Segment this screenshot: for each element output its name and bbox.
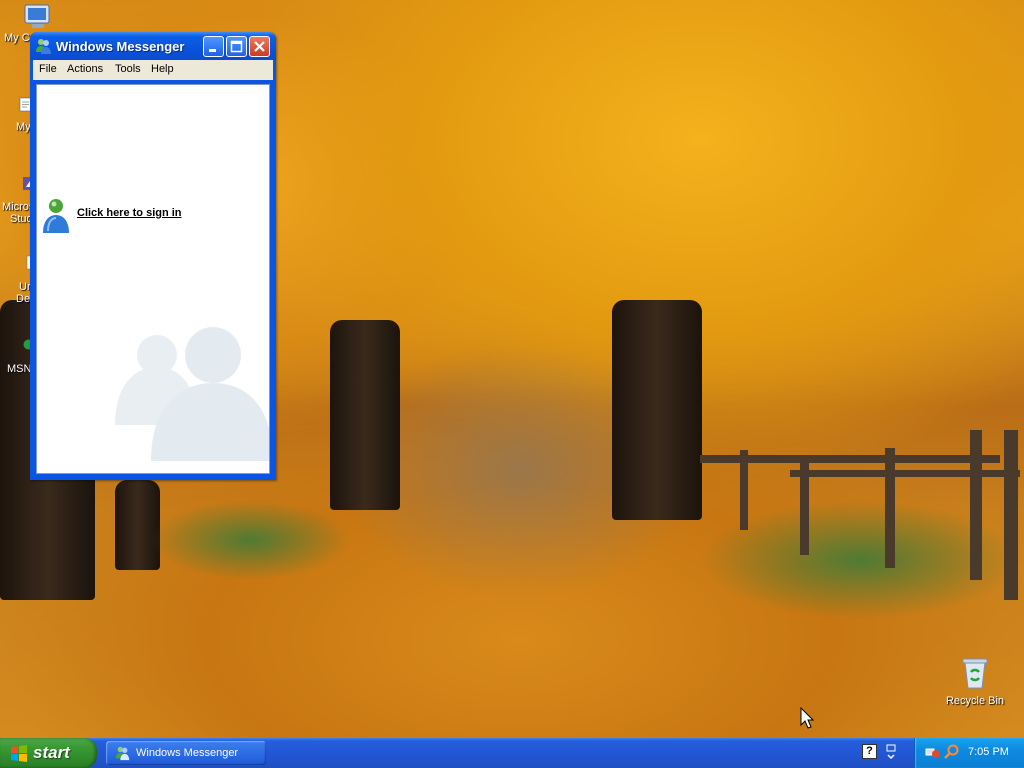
menu-file[interactable]: File — [39, 63, 57, 75]
recycle-bin-icon — [962, 658, 988, 689]
menu-bar: File Actions Tools Help — [33, 60, 273, 80]
messenger-icon — [36, 39, 51, 54]
start-button[interactable]: start — [0, 738, 97, 768]
menu-help[interactable]: Help — [151, 63, 174, 75]
menu-tools[interactable]: Tools — [115, 63, 141, 75]
maximize-icon — [230, 40, 243, 53]
fence-post — [885, 448, 895, 568]
search-icon[interactable] — [944, 744, 960, 760]
close-button[interactable] — [249, 36, 270, 57]
tree-trunk — [612, 300, 702, 520]
network-icon[interactable] — [925, 744, 941, 760]
minimize-button[interactable] — [203, 36, 224, 57]
window-titlebar[interactable]: Windows Messenger — [30, 32, 276, 60]
taskbar-button-label: Windows Messenger — [136, 747, 239, 759]
sign-in-link[interactable]: Click here to sign in — [77, 207, 182, 219]
messenger-icon — [115, 746, 130, 761]
menu-actions[interactable]: Actions — [67, 63, 103, 75]
fence-rail — [790, 470, 1020, 477]
start-label: start — [33, 743, 70, 762]
fence-post — [970, 430, 982, 580]
fence-post — [800, 455, 809, 555]
minimize-icon — [209, 49, 216, 52]
my-computer-icon — [24, 4, 50, 28]
grass-patch — [150, 500, 350, 580]
messenger-window[interactable]: Windows Messenger File Actions Tools Hel… — [30, 32, 276, 480]
close-icon — [254, 41, 265, 52]
chevron-up-icon[interactable] — [884, 742, 898, 762]
clock: 7:05 PM — [968, 746, 1009, 758]
help-icon[interactable]: ? — [862, 744, 877, 759]
mouse-cursor-icon — [800, 707, 814, 729]
tree-trunk — [330, 320, 400, 510]
system-tray: 7:05 PM — [914, 738, 1024, 768]
fence-post — [1004, 430, 1018, 600]
messenger-watermark-icon — [115, 327, 269, 461]
recycle-bin-label: Recycle Bin — [945, 695, 1005, 707]
messenger-client-area: Click here to sign in — [36, 84, 270, 474]
buddy-icon — [43, 199, 69, 233]
desktop-icon-recycle-bin[interactable]: Recycle Bin — [944, 656, 1006, 707]
fence-post — [740, 450, 748, 530]
taskbar-button-messenger[interactable]: Windows Messenger — [106, 741, 266, 765]
windows-flag-icon — [11, 745, 27, 762]
maximize-button[interactable] — [226, 36, 247, 57]
window-title: Windows Messenger — [56, 39, 185, 54]
